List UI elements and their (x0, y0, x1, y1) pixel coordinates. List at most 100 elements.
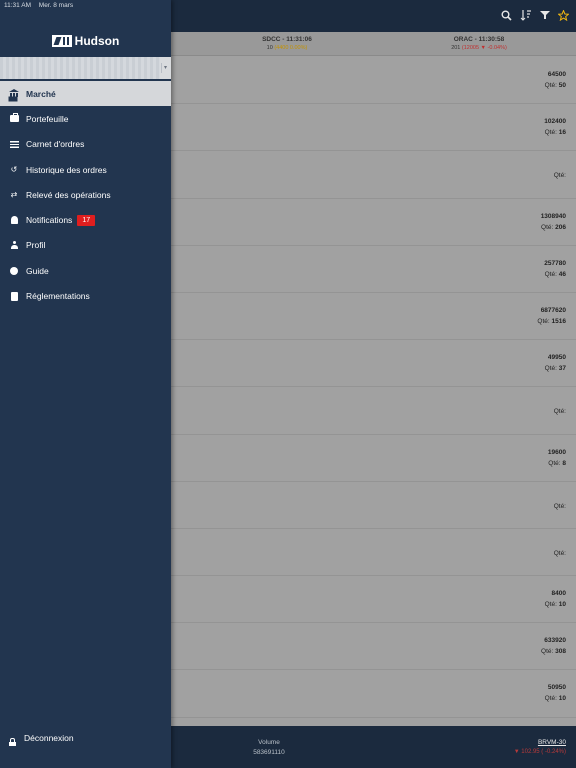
row-quantity-value: 50 (558, 82, 566, 89)
hudson-logo-icon (51, 35, 72, 47)
ticker-item[interactable]: ORAC - 11:30:58 201 (12005 ▼ -0.04%) (409, 36, 549, 51)
row-quantity-value: 10 (558, 601, 566, 609)
row-quantity-label: Qté: (544, 365, 557, 373)
volume-value: 583691110 (253, 749, 285, 756)
sort-icon[interactable] (519, 8, 532, 22)
brand-name: Hudson (74, 34, 120, 48)
row-quantity-label: Qté: (541, 648, 554, 656)
ticker-change: (4400 0.00%) (274, 45, 308, 51)
ticker-qty: 201 (451, 45, 461, 51)
star-icon[interactable] (557, 8, 570, 22)
menu-item-6[interactable]: Notifications 17 (0, 207, 171, 232)
menu-item-label: Historique des ordres (26, 164, 107, 175)
row-quantity: Qté: 206 (541, 224, 566, 231)
row-quantity: Qté: (554, 172, 566, 179)
row-price: 8400 (551, 590, 566, 598)
briefcase-icon (9, 113, 19, 124)
row-quantity-label: Qté: (544, 695, 557, 703)
bell-glyph (10, 216, 18, 225)
menu-item-label: Carnet d'ordres (26, 139, 85, 150)
bank-icon (9, 89, 19, 99)
brand-logo: Hudson (0, 34, 171, 48)
row-quantity-label: Qté: (544, 82, 557, 89)
ticker-name: ORAC - 11:30:58 (453, 36, 505, 43)
status-bar: 11:31 AM Mer. 8 mars (4, 2, 79, 9)
row-price: 49950 (547, 354, 566, 362)
row-quantity: Qté: 50 (545, 82, 566, 89)
row-quantity-label: Qté: (544, 601, 557, 609)
account-select[interactable]: ▾ (0, 57, 171, 79)
index-summary[interactable]: BRVM-30 ▼ 102.95 ( -0.24%) (514, 739, 566, 755)
logout-button[interactable]: Déconnexion (0, 728, 171, 748)
app-screen: SDCC - 11:31:06 10 (4400 0.00%) ORAC - 1… (0, 0, 576, 768)
menu-item-4[interactable]: ↺ Historique des ordres (0, 157, 171, 182)
row-quantity-value: 308 (555, 648, 566, 656)
ticker-value: 201 (12005 ▼ -0.04%) (409, 45, 549, 51)
row-quantity: Qté: (554, 503, 566, 510)
row-price: 6877620 (540, 306, 566, 314)
row-quantity-value: 8 (562, 459, 566, 467)
notification-count-badge: 17 (77, 214, 96, 226)
row-quantity: Qté: 46 (545, 271, 566, 278)
document-icon (9, 291, 19, 301)
index-name[interactable]: BRVM-30 (514, 739, 566, 746)
row-quantity-label: Qté: (553, 172, 566, 180)
menu-item-3[interactable]: Carnet d'ordres (0, 132, 171, 157)
document-glyph (10, 291, 18, 301)
menu-item-label: Portefeuille (26, 113, 69, 124)
search-icon[interactable] (500, 8, 513, 22)
info-icon (9, 266, 19, 276)
row-quantity-label: Qté: (544, 270, 557, 278)
status-date: Mer. 8 mars (38, 2, 74, 9)
row-quantity: Qté: 10 (545, 695, 566, 702)
menu-item-2[interactable]: Portefeuille (0, 106, 171, 131)
row-quantity-value: 206 (555, 223, 566, 231)
volume-summary: Volume 583691110 (226, 739, 312, 756)
side-drawer: 11:31 AM Mer. 8 mars Hudson ▾ Marché Port… (0, 0, 171, 768)
logout-label: Déconnexion (24, 733, 74, 743)
ticker-change: (12005 ▼ -0.04%) (461, 45, 507, 51)
menu-item-1[interactable]: Marché (0, 81, 171, 107)
filter-icon[interactable] (538, 8, 551, 22)
ticker-qty: 10 (266, 45, 273, 51)
menu-item-9[interactable]: Réglementations (0, 283, 171, 308)
row-price: 633920 (544, 637, 566, 645)
transfer-icon: ⇄ (10, 189, 18, 199)
row-quantity: Qté: 37 (545, 365, 566, 372)
order-book-icon (9, 139, 19, 149)
row-quantity: Qté: 8 (548, 460, 566, 467)
row-quantity-label: Qté: (541, 223, 554, 231)
row-price: 64500 (547, 71, 566, 78)
row-price: 1308940 (540, 212, 566, 220)
row-quantity-label: Qté: (544, 129, 557, 137)
row-quantity: Qté: 308 (541, 648, 566, 655)
bell-icon (9, 215, 19, 225)
volume-label: Volume (258, 739, 280, 746)
row-quantity-value: 10 (558, 695, 566, 703)
row-quantity-label: Qté: (553, 549, 566, 557)
order-book-glyph (9, 140, 19, 148)
row-quantity: Qté: 1516 (537, 318, 566, 325)
chevron-down-icon[interactable]: ▾ (161, 63, 169, 73)
info-glyph (10, 266, 18, 275)
ticker-value: 10 (4400 0.00%) (217, 45, 357, 51)
menu-item-7[interactable]: Profil (0, 233, 171, 258)
briefcase-glyph (9, 113, 19, 123)
menu-item-8[interactable]: Guide (0, 258, 171, 283)
ticker-name: SDCC - 11:31:06 (262, 36, 312, 43)
status-time: 11:31 AM (4, 2, 31, 9)
row-quantity-value: 37 (558, 365, 566, 373)
index-value: ▼ 102.95 ( -0.24%) (513, 749, 566, 755)
account-value-redacted (0, 57, 160, 79)
row-quantity: Qté: 10 (545, 601, 566, 608)
ticker-item[interactable]: SDCC - 11:31:06 10 (4400 0.00%) (217, 36, 357, 51)
row-quantity-value: 1516 (551, 317, 566, 325)
row-price: 19600 (547, 448, 566, 456)
row-quantity: Qté: (554, 550, 566, 557)
menu-item-5[interactable]: ⇄ Relevé des opérations (0, 182, 171, 207)
row-price: 257780 (544, 259, 566, 267)
menu-item-label: Notifications (26, 215, 73, 226)
bank-glyph (9, 89, 19, 98)
row-quantity-label: Qté: (553, 502, 566, 510)
row-quantity: Qté: (554, 408, 566, 415)
